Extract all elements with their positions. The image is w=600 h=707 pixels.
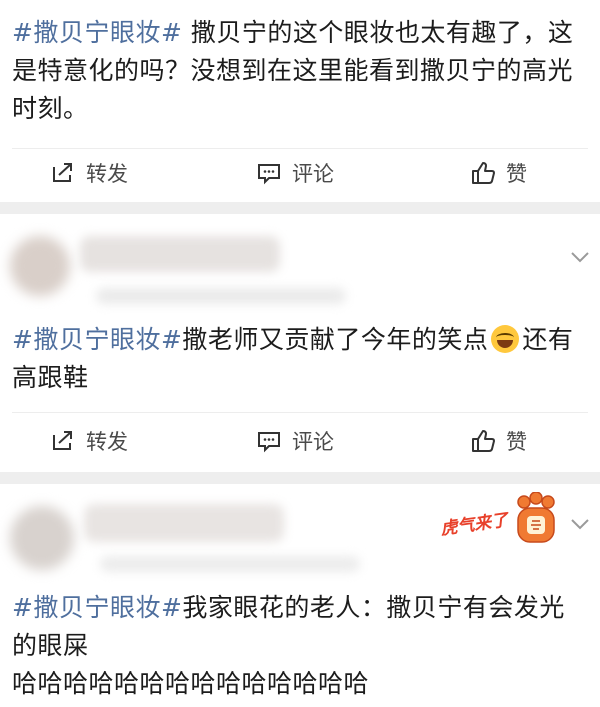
like-button[interactable]: 赞 <box>470 153 527 193</box>
post-3-line2: 的眼屎 <box>12 631 89 660</box>
post-2-line2: 高跟鞋 <box>12 363 89 392</box>
post-3-hashtag[interactable]: #撒贝宁眼妆# <box>12 593 182 622</box>
post-3-text: #撒贝宁眼妆#我家眼花的老人：撒贝宁有会发光 的眼屎 哈哈哈哈哈哈哈哈哈哈哈哈哈… <box>12 589 582 703</box>
post-2-line1: 撒老师又贡献了今年的笑点 <box>182 325 489 354</box>
comment-label: 评论 <box>292 162 334 186</box>
avatar[interactable] <box>10 236 70 296</box>
comment-button[interactable]: 评论 <box>256 153 334 193</box>
tiger-badge: 虎气来了 <box>439 492 560 546</box>
post-1: #撒贝宁眼妆# 撒贝宁的这个眼妆也太有趣了，这 是特意化的吗？没想到在这里能看到… <box>0 0 600 202</box>
separator <box>0 202 600 214</box>
post-2-line1-after: 还有 <box>522 325 574 354</box>
badge-text: 虎气来了 <box>439 510 510 540</box>
username-blurred[interactable] <box>80 236 280 272</box>
comment-label: 评论 <box>292 430 334 454</box>
post-meta-blurred <box>96 288 346 304</box>
tiger-paw-icon <box>517 492 555 543</box>
like-label: 赞 <box>506 162 527 186</box>
laughing-emoji-icon <box>491 325 520 353</box>
post-1-action-bar: 转发 评论 赞 <box>0 153 600 193</box>
divider <box>12 148 588 149</box>
post-3: 虎气来了 #撒贝宁眼妆#我家眼花的老人：撒贝宁有会发光 的眼屎 哈哈哈哈哈哈哈哈… <box>0 484 600 707</box>
post-2-action-bar: 转发 评论 赞 <box>0 421 600 461</box>
post-3-line1: 我家眼花的老人：撒贝宁有会发光 <box>182 593 565 622</box>
avatar[interactable] <box>10 506 74 570</box>
post-2-hashtag[interactable]: #撒贝宁眼妆# <box>12 325 182 354</box>
chevron-down-icon[interactable] <box>570 517 590 531</box>
post-2: #撒贝宁眼妆#撒老师又贡献了今年的笑点 还有 高跟鞋 转发 评论 赞 <box>0 214 600 472</box>
forward-label: 转发 <box>86 430 128 454</box>
like-label: 赞 <box>506 430 527 454</box>
username-blurred[interactable] <box>84 504 284 542</box>
comment-button[interactable]: 评论 <box>256 421 334 461</box>
chevron-down-icon[interactable] <box>570 250 590 264</box>
thumbs-up-icon <box>472 162 495 184</box>
forward-icon <box>53 163 72 182</box>
thumbs-up-icon <box>472 430 495 452</box>
post-1-line3: 时刻。 <box>12 94 89 123</box>
forward-icon <box>53 431 72 450</box>
post-1-line1: 撒贝宁的这个眼妆也太有趣了，这 <box>182 18 574 47</box>
post-1-hashtag[interactable]: #撒贝宁眼妆# <box>12 18 182 47</box>
separator <box>0 472 600 484</box>
post-1-text: #撒贝宁眼妆# 撒贝宁的这个眼妆也太有趣了，这 是特意化的吗？没想到在这里能看到… <box>12 14 582 128</box>
post-3-line3: 哈哈哈哈哈哈哈哈哈哈哈哈哈哈 <box>12 669 370 698</box>
forward-label: 转发 <box>86 162 128 186</box>
forward-button[interactable]: 转发 <box>50 421 128 461</box>
comment-icon <box>258 164 280 185</box>
forward-button[interactable]: 转发 <box>50 153 128 193</box>
like-button[interactable]: 赞 <box>470 421 527 461</box>
post-1-line2: 是特意化的吗？没想到在这里能看到撒贝宁的高光 <box>12 56 574 85</box>
comment-icon <box>258 432 280 453</box>
divider <box>12 412 588 413</box>
post-2-text: #撒贝宁眼妆#撒老师又贡献了今年的笑点 还有 高跟鞋 <box>12 321 582 397</box>
post-meta-blurred <box>100 556 360 572</box>
